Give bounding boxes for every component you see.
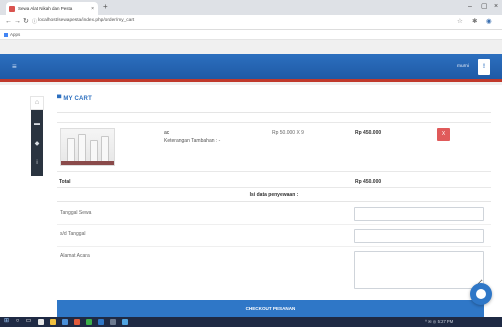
alamat-acara-label: Alamat Acara (60, 253, 90, 259)
tag-icon[interactable]: ◆ (31, 140, 43, 148)
ac-unit-image (90, 140, 98, 162)
form-divider (57, 201, 491, 202)
app-icon[interactable] (98, 319, 104, 325)
delete-item-button[interactable]: X (437, 128, 450, 141)
system-tray: ^ ✉ ◎ 5:27 PM (425, 319, 454, 324)
form-heading: Isi data penyewaan : (249, 192, 299, 198)
home-icon[interactable]: ⌂ (30, 96, 44, 110)
url-field[interactable]: localhost/sewapesta/index.php/order/my_c… (38, 18, 134, 23)
new-tab-button[interactable]: + (103, 3, 108, 11)
tanggal-sewa-input[interactable] (354, 207, 484, 221)
start-icon[interactable]: ⊞ (3, 318, 10, 325)
forward-icon[interactable]: → (14, 18, 21, 26)
total-value: Rp 450.000 (355, 179, 382, 185)
search-icon[interactable]: ○ (14, 318, 21, 325)
screen: Sewa Alat Nikah dan Pesta × + – ▢ × ← → … (0, 0, 502, 327)
tanggal-sewa-label: Tanggal Sewa (60, 210, 92, 216)
app-icon[interactable] (74, 319, 80, 325)
minimize-button[interactable]: – (468, 2, 472, 11)
cart-title-text: MY CART (63, 96, 92, 102)
item-subtotal: Rp 450.000 (355, 130, 382, 136)
favicon-icon (9, 5, 15, 12)
app-icon[interactable] (86, 319, 92, 325)
profile-icon[interactable]: ◉ (486, 18, 492, 26)
total-label: Total (59, 179, 71, 185)
title-divider (57, 112, 491, 113)
os-taskbar: ⊞ ○ ▭ ^ ✉ ◎ 5:27 PM (0, 317, 502, 327)
info-sidebar-icon[interactable]: i (31, 159, 43, 167)
item-image-floor (61, 161, 114, 165)
sd-tanggal-label: s/d Tanggal (60, 231, 86, 237)
total-row: Total Rp 450.000 (57, 176, 491, 188)
app-header: ≡ murni ! (0, 54, 502, 82)
user-name[interactable]: murni (457, 64, 469, 69)
bookmarks-bar: Apps (0, 30, 502, 40)
back-icon[interactable]: ← (5, 18, 12, 26)
bookmark-star-icon[interactable]: ☆ (457, 18, 463, 26)
info-icon[interactable]: ⓘ (32, 18, 37, 26)
ac-unit-image (78, 134, 86, 162)
task-view-icon[interactable]: ▭ (25, 318, 32, 325)
cart-item-row: ac Keterangan Tambahan : - Rp 50.000 X 9… (57, 122, 491, 172)
app-icon[interactable] (122, 319, 128, 325)
browser-tab[interactable]: Sewa Alat Nikah dan Pesta × (6, 2, 98, 15)
user-menu-button[interactable]: ! (478, 59, 490, 75)
app-icon[interactable] (38, 319, 44, 325)
folder-icon[interactable] (50, 319, 56, 325)
ac-unit-image (67, 138, 75, 162)
checkout-button[interactable]: CHECKOUT PESANAN (57, 300, 484, 317)
sd-tanggal-input[interactable] (354, 229, 484, 243)
maximize-button[interactable]: ▢ (481, 2, 488, 11)
cart-icon[interactable]: ▬ (31, 120, 43, 128)
apps-label: Apps (10, 32, 21, 37)
browser-tab-bar: Sewa Alat Nikah dan Pesta × + – ▢ × (0, 0, 502, 15)
extension-icon[interactable]: ✱ (472, 18, 477, 26)
apps-grid-icon (4, 32, 8, 37)
row-divider (57, 224, 491, 225)
apps-shortcut[interactable]: Apps (4, 32, 20, 37)
chat-widget-button[interactable] (470, 283, 492, 305)
menu-toggle-icon[interactable]: ≡ (12, 63, 17, 71)
item-price-qty: Rp 50.000 X 9 (272, 130, 304, 136)
item-name: ac (164, 130, 170, 136)
reload-icon[interactable]: ↻ (23, 18, 29, 26)
app-icon[interactable] (110, 319, 116, 325)
tab-close-icon[interactable]: × (91, 6, 94, 12)
address-bar: ← → ↻ ⓘ localhost/sewapesta/index.php/or… (0, 15, 502, 30)
ac-unit-image (101, 136, 109, 162)
alamat-acara-textarea[interactable] (354, 251, 484, 289)
window-close-button[interactable]: × (494, 2, 498, 11)
app-icon[interactable] (62, 319, 68, 325)
item-image (60, 128, 115, 166)
page-title: ▀ MY CART (57, 96, 92, 102)
item-note: Keterangan Tambahan : - (164, 138, 221, 144)
tab-title: Sewa Alat Nikah dan Pesta (18, 6, 73, 11)
row-divider (57, 246, 491, 247)
